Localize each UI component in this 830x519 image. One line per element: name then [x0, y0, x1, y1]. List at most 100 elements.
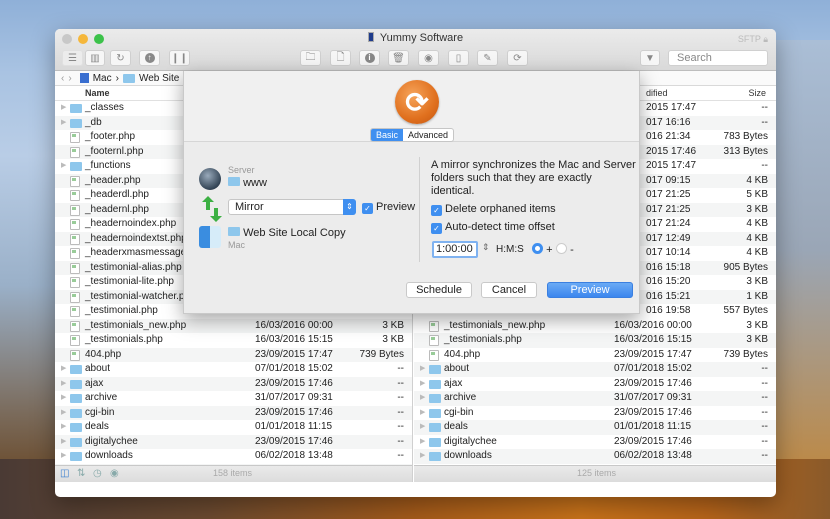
file-size: -- — [397, 421, 404, 432]
transfer-icon[interactable]: ⇅ — [77, 468, 85, 479]
file-name: _testimonial.php — [85, 305, 158, 316]
toggle-pane-button[interactable]: ▯ — [448, 50, 469, 66]
disclosure-triangle-icon[interactable]: ▶ — [61, 377, 66, 392]
history-icon[interactable]: ◷ — [93, 468, 102, 479]
preview-checkbox[interactable]: ✓ Preview — [362, 201, 415, 214]
schedule-button[interactable]: Schedule — [406, 282, 472, 298]
file-size: 557 Bytes — [723, 305, 768, 316]
disclosure-triangle-icon[interactable]: ▶ — [61, 391, 66, 406]
disclosure-triangle-icon[interactable]: ▶ — [420, 449, 425, 464]
back-button[interactable]: ‹ — [61, 73, 64, 84]
sign-minus-radio[interactable]: - — [556, 243, 574, 256]
folder-row[interactable]: ▶ about 07/01/2018 15:02 -- — [55, 362, 412, 377]
new-file-icon: 🗋︎ — [336, 51, 345, 63]
list-view-button[interactable]: ☰ — [62, 50, 83, 66]
folder-row[interactable]: ▶ ajax 23/09/2015 17:46 -- — [414, 377, 776, 392]
file-row[interactable]: 404.php 23/09/2015 17:47 739 Bytes — [414, 348, 776, 363]
breadcrumb-folder[interactable]: Web Site — [139, 73, 179, 84]
file-row[interactable]: _testimonials_new.php 16/03/2016 00:00 3 K… — [55, 318, 412, 333]
tab-basic[interactable]: Basic — [371, 129, 404, 141]
file-name: _headerdl.php — [85, 189, 149, 200]
file-name: cgi-bin — [444, 406, 474, 418]
column-name[interactable]: Name — [85, 88, 110, 98]
pause-icon: ❙❙ — [171, 52, 188, 64]
refresh-button[interactable]: ↻ — [110, 50, 131, 66]
folder-row[interactable]: ▶ downloads 06/02/2018 13:48 -- — [55, 449, 412, 464]
disclosure-triangle-icon[interactable]: ▶ — [420, 435, 425, 450]
disclosure-triangle-icon[interactable]: ▶ — [61, 420, 66, 435]
eye-icon: ◉ — [424, 52, 433, 64]
file-row[interactable]: _testimonials.php 16/03/2016 15:15 3 KB — [55, 333, 412, 348]
column-modified[interactable]: dified — [646, 88, 668, 98]
disclosure-triangle-icon[interactable]: ▶ — [420, 391, 425, 406]
search-input[interactable]: Search — [668, 50, 768, 66]
cancel-button[interactable]: Cancel — [481, 282, 537, 298]
server-label: Server — [228, 165, 255, 175]
folder-row[interactable]: ▶ digitalychee 23/09/2015 17:46 -- — [414, 435, 776, 450]
disclosure-triangle-icon[interactable]: ▶ — [420, 420, 425, 435]
file-size: -- — [761, 406, 768, 418]
file-size: 783 Bytes — [723, 131, 768, 142]
modified-date: 31/07/2017 09:31 — [614, 392, 692, 403]
filter-button[interactable]: ▼ — [640, 50, 660, 66]
folder-row[interactable]: ▶ downloads 06/02/2018 13:48 -- — [414, 449, 776, 464]
file-row[interactable]: 404.php 23/09/2015 17:47 739 Bytes — [55, 347, 412, 362]
radio-unselected-icon — [556, 243, 567, 254]
folder-row[interactable]: ▶ cgi-bin 23/09/2015 17:46 -- — [414, 406, 776, 421]
tab-advanced[interactable]: Advanced — [403, 129, 453, 141]
disclosure-triangle-icon[interactable]: ▶ — [420, 362, 425, 377]
info-button[interactable]: i — [359, 50, 380, 66]
disclosure-triangle-icon[interactable]: ▶ — [420, 377, 425, 392]
modified-date: 2015 17:47 — [646, 160, 697, 171]
quick-look-button[interactable]: ◉ — [418, 50, 439, 66]
folder-row[interactable]: ▶ cgi-bin 23/09/2015 17:46 -- — [55, 405, 412, 421]
file-size: 4 KB — [746, 218, 768, 229]
sync-button[interactable]: ⟳ — [507, 50, 528, 66]
folder-row[interactable]: ▶ deals 01/01/2018 11:15 -- — [414, 420, 776, 435]
forward-button[interactable]: › — [68, 73, 71, 84]
file-size: -- — [761, 377, 768, 389]
disclosure-triangle-icon[interactable]: ▶ — [61, 362, 66, 377]
new-folder-button[interactable]: 🗀︎ — [300, 50, 321, 66]
preview-button[interactable]: Preview — [547, 282, 633, 298]
file-size: -- — [761, 450, 768, 461]
trash-button[interactable]: 🗑︎ — [388, 50, 409, 66]
disclosure-triangle-icon[interactable]: ▶ — [61, 435, 66, 450]
new-file-button[interactable]: 🗋︎ — [330, 50, 351, 66]
disclosure-triangle-icon[interactable]: ▶ — [61, 406, 66, 421]
delete-orphaned-checkbox[interactable]: ✓ Delete orphaned items — [431, 203, 556, 216]
file-name: _testimonial-alias.php — [85, 261, 182, 273]
folder-row[interactable]: ▶ ajax 23/09/2015 17:46 -- — [55, 376, 412, 392]
disclosure-triangle-icon[interactable]: ▶ — [61, 101, 66, 116]
pause-button[interactable]: ❙❙ — [169, 50, 190, 66]
sign-plus-radio[interactable]: + — [532, 243, 553, 256]
folder-row[interactable]: ▶ about 07/01/2018 15:02 -- — [414, 362, 776, 377]
time-offset-field[interactable]: 1:00:00 — [432, 241, 478, 258]
file-row[interactable]: _testimonials.php 16/03/2016 15:15 3 KB — [414, 333, 776, 348]
file-row[interactable]: _testimonials_new.php 16/03/2016 00:00 3 K… — [414, 319, 776, 334]
info-icon: i — [364, 53, 375, 63]
folder-row[interactable]: ▶ digitalychee 23/09/2015 17:46 -- — [55, 434, 412, 450]
upload-button[interactable]: ↑ — [139, 50, 160, 66]
time-offset-stepper[interactable]: ⇕ — [482, 242, 490, 253]
disclosure-triangle-icon[interactable]: ▶ — [61, 116, 66, 131]
folder-icon — [429, 437, 441, 447]
disclosure-triangle-icon[interactable]: ▶ — [61, 159, 66, 174]
preview-icon[interactable]: ◉ — [110, 468, 119, 479]
php-file-icon — [70, 277, 80, 288]
disclosure-triangle-icon[interactable]: ▶ — [61, 449, 66, 464]
file-name: archive — [444, 392, 477, 403]
column-view-button[interactable]: ▥ — [85, 50, 105, 66]
column-size[interactable]: Size — [748, 88, 766, 98]
auto-detect-checkbox[interactable]: ✓ Auto-detect time offset — [431, 221, 555, 234]
disclosure-triangle-icon[interactable]: ▶ — [420, 406, 425, 421]
breadcrumb-root[interactable]: Mac — [93, 73, 112, 84]
file-size: -- — [761, 421, 768, 432]
sync-mode-select[interactable]: Mirror ⇕ — [228, 199, 356, 215]
folder-row[interactable]: ▶ deals 01/01/2018 11:15 -- — [55, 420, 412, 435]
folder-row[interactable]: ▶ archive 31/07/2017 09:31 -- — [55, 391, 412, 406]
split-view-icon[interactable]: ◫ — [60, 468, 69, 479]
edit-button[interactable]: ✎ — [477, 50, 498, 66]
file-name: _headernoindex.php — [85, 218, 177, 229]
folder-row[interactable]: ▶ archive 31/07/2017 09:31 -- — [414, 391, 776, 406]
